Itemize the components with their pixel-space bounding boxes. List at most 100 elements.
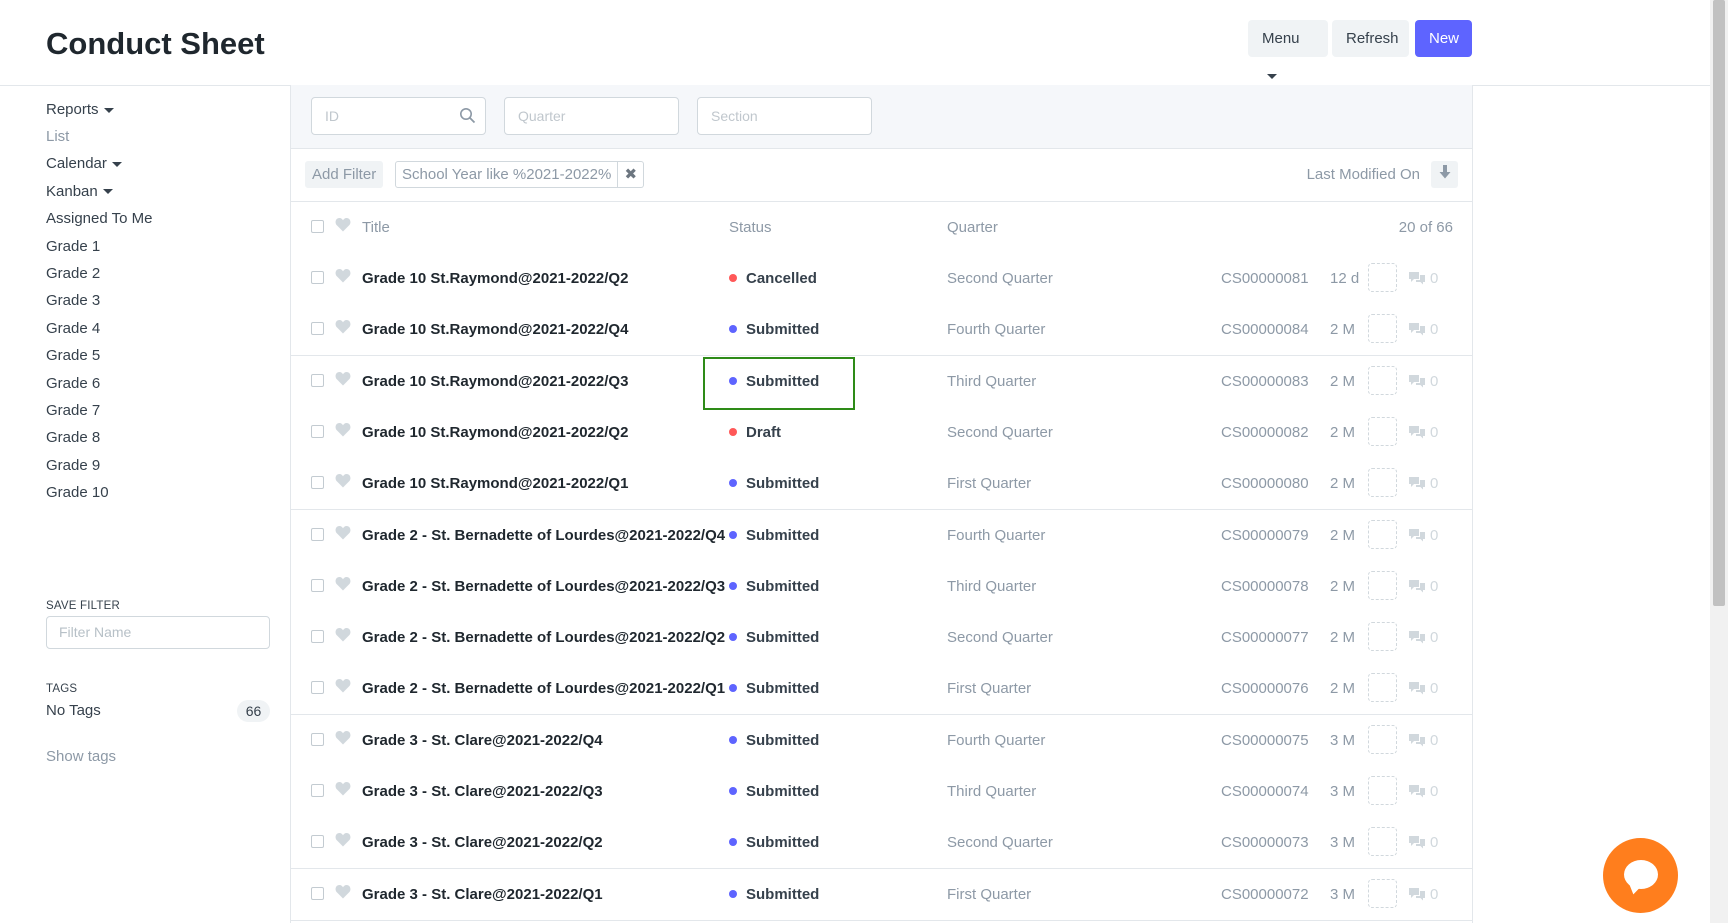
row-title[interactable]: Grade 10 St.Raymond@2021-2022/Q4	[362, 304, 752, 355]
row-title[interactable]: Grade 3 - St. Clare@2021-2022/Q2	[362, 817, 752, 868]
sidebar-item-grade-10[interactable]: Grade 10	[46, 479, 286, 506]
sidebar-item-kanban[interactable]: Kanban	[46, 178, 286, 205]
assignee-avatar[interactable]	[1368, 263, 1397, 292]
sidebar-item-list[interactable]: List	[46, 123, 286, 150]
sidebar-item-grade-4[interactable]: Grade 4	[46, 315, 286, 342]
row-checkbox[interactable]	[311, 784, 324, 797]
menu-button[interactable]: Menu	[1248, 20, 1328, 79]
sidebar-item-grade-3[interactable]: Grade 3	[46, 287, 286, 314]
row-checkbox[interactable]	[311, 578, 324, 592]
heart-icon[interactable]	[335, 678, 351, 693]
sidebar-item-grade-1[interactable]: Grade 1	[46, 233, 286, 260]
row-checkbox[interactable]	[311, 271, 324, 284]
assignee-avatar[interactable]	[1368, 878, 1397, 908]
row-title[interactable]: Grade 10 St.Raymond@2021-2022/Q2	[362, 253, 752, 304]
assignee-avatar[interactable]	[1368, 724, 1397, 754]
quarter-filter-input[interactable]: Quarter	[504, 97, 679, 135]
heart-icon[interactable]	[335, 576, 351, 591]
heart-icon[interactable]	[335, 627, 351, 642]
heart-icon[interactable]	[335, 217, 351, 232]
select-all-checkbox[interactable]	[311, 220, 324, 233]
sidebar-item-grade-6[interactable]: Grade 6	[46, 370, 286, 397]
filter-name-input[interactable]: Filter Name	[46, 616, 270, 649]
assignee-avatar[interactable]	[1368, 519, 1397, 549]
sidebar-item-assigned-to-me[interactable]: Assigned To Me	[46, 205, 286, 232]
close-icon[interactable]: ✖	[618, 161, 645, 188]
row-title[interactable]: Grade 10 St.Raymond@2021-2022/Q2	[362, 407, 752, 458]
table-row[interactable]: Grade 3 - St. Clare@2021-2022/Q3 Submitte…	[291, 766, 1472, 818]
table-row[interactable]: Grade 3 - St. Clare@2021-2022/Q2 Submitte…	[291, 817, 1472, 870]
assignee-avatar[interactable]	[1368, 622, 1397, 652]
no-tags-item[interactable]: No Tags	[46, 696, 101, 726]
table-row[interactable]: Grade 10 St.Raymond@2021-2022/Q3 Submitte…	[291, 355, 1472, 408]
add-filter-button[interactable]: Add Filter	[305, 161, 384, 188]
row-title[interactable]: Grade 3 - St. Clare@2021-2022/Q3	[362, 766, 752, 817]
row-checkbox[interactable]	[311, 373, 324, 387]
assignee-avatar[interactable]	[1368, 673, 1397, 703]
row-title[interactable]: Grade 2 - St. Bernadette of Lourdes@2021…	[362, 510, 752, 561]
page-scrollbar[interactable]	[1710, 0, 1728, 923]
table-row[interactable]: Grade 10 St.Raymond@2021-2022/Q2 Draft Sec…	[291, 406, 1472, 459]
heart-icon[interactable]	[335, 525, 351, 540]
table-row[interactable]: Grade 2 - St. Bernadette of Lourdes@2021…	[291, 509, 1472, 562]
heart-icon[interactable]	[335, 473, 351, 488]
sidebar-item-calendar[interactable]: Calendar	[46, 150, 286, 177]
new-button[interactable]: New	[1415, 20, 1472, 57]
heart-icon[interactable]	[335, 422, 351, 437]
row-title[interactable]: Grade 10 St.Raymond@2021-2022/Q1	[362, 458, 752, 509]
sidebar-item-reports[interactable]: Reports	[46, 96, 286, 123]
assignee-avatar[interactable]	[1368, 468, 1397, 498]
assignee-avatar[interactable]	[1368, 416, 1397, 446]
active-filter-chip[interactable]: School Year like %2021-2022% ✖	[395, 161, 645, 188]
row-checkbox[interactable]	[311, 322, 324, 336]
id-filter-input[interactable]: ID	[311, 97, 486, 135]
heart-icon[interactable]	[335, 884, 351, 899]
refresh-button[interactable]: Refresh	[1332, 20, 1409, 57]
row-checkbox[interactable]	[311, 424, 324, 438]
table-row[interactable]: Grade 3 - St. Clare@2021-2022/Q1 Submitte…	[291, 868, 1472, 921]
sort-down-icon[interactable]	[1431, 161, 1458, 188]
row-checkbox[interactable]	[311, 732, 324, 746]
heart-icon[interactable]	[335, 371, 351, 386]
sidebar-item-grade-9[interactable]: Grade 9	[46, 452, 286, 479]
table-row[interactable]: Grade 2 - St. Bernadette of Lourdes@2021…	[291, 612, 1472, 665]
sidebar-item-grade-7[interactable]: Grade 7	[46, 397, 286, 424]
row-checkbox[interactable]	[311, 527, 324, 541]
table-row[interactable]: Grade 10 St.Raymond@2021-2022/Q1 Submitte…	[291, 458, 1472, 511]
sort-by-button[interactable]: Last Modified On	[1307, 148, 1420, 201]
row-checkbox[interactable]	[311, 681, 324, 695]
row-checkbox[interactable]	[311, 476, 324, 490]
assignee-avatar[interactable]	[1368, 570, 1397, 600]
heart-icon[interactable]	[335, 781, 351, 796]
section-filter-input[interactable]: Section	[697, 97, 872, 135]
table-row[interactable]: Grade 3 - St. Clare@2021-2022/Q4 Submitte…	[291, 714, 1472, 767]
sidebar-item-grade-2[interactable]: Grade 2	[46, 260, 286, 287]
row-title[interactable]: Grade 2 - St. Bernadette of Lourdes@2021…	[362, 561, 752, 612]
row-checkbox[interactable]	[311, 835, 324, 849]
heart-icon[interactable]	[335, 319, 351, 334]
table-row[interactable]: Grade 2 - St. Bernadette of Lourdes@2021…	[291, 663, 1472, 716]
row-title[interactable]: Grade 3 - St. Clare@2021-2022/Q4	[362, 715, 752, 766]
table-row[interactable]: Grade 10 St.Raymond@2021-2022/Q2 Cancelle…	[291, 253, 1472, 305]
active-filter-label[interactable]: School Year like %2021-2022%	[395, 161, 619, 188]
sidebar-item-grade-5[interactable]: Grade 5	[46, 342, 286, 369]
chat-button[interactable]	[1603, 838, 1678, 913]
row-checkbox[interactable]	[311, 630, 324, 644]
row-title[interactable]: Grade 2 - St. Bernadette of Lourdes@2021…	[362, 612, 752, 663]
scrollbar-thumb[interactable]	[1713, 0, 1725, 606]
show-tags-link[interactable]: Show tags	[46, 742, 116, 772]
assignee-avatar[interactable]	[1368, 314, 1397, 344]
heart-icon[interactable]	[335, 268, 351, 283]
heart-icon[interactable]	[335, 730, 351, 745]
row-checkbox[interactable]	[311, 886, 324, 900]
row-title[interactable]: Grade 2 - St. Bernadette of Lourdes@2021…	[362, 663, 752, 714]
assignee-avatar[interactable]	[1368, 365, 1397, 395]
assignee-avatar[interactable]	[1368, 776, 1397, 805]
row-title[interactable]: Grade 3 - St. Clare@2021-2022/Q1	[362, 869, 752, 920]
table-row[interactable]: Grade 10 St.Raymond@2021-2022/Q4 Submitte…	[291, 304, 1472, 357]
assignee-avatar[interactable]	[1368, 827, 1397, 857]
row-title[interactable]: Grade 10 St.Raymond@2021-2022/Q3	[362, 356, 752, 407]
heart-icon[interactable]	[335, 832, 351, 847]
table-row[interactable]: Grade 2 - St. Bernadette of Lourdes@2021…	[291, 560, 1472, 613]
sidebar-item-grade-8[interactable]: Grade 8	[46, 424, 286, 451]
